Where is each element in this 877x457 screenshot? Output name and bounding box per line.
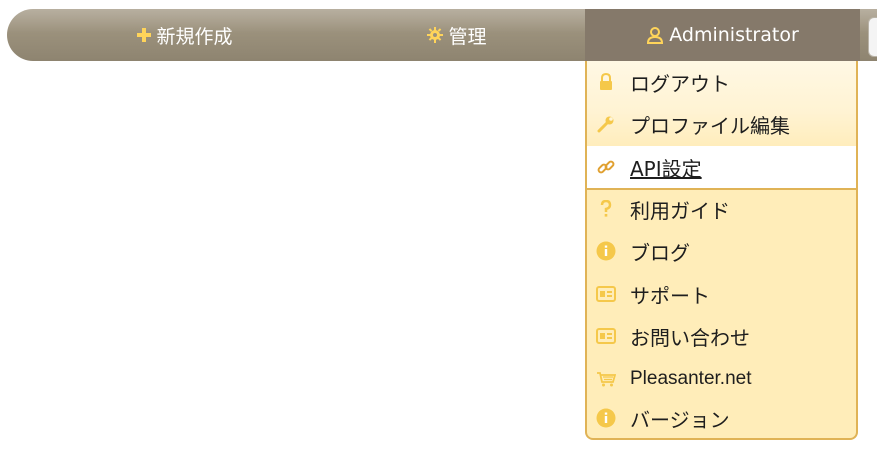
navbar-edge-button[interactable] xyxy=(868,17,877,57)
card-icon xyxy=(596,284,616,304)
menu-item-support[interactable]: サポート xyxy=(587,274,856,314)
info-icon xyxy=(596,241,616,261)
menu-item-contact[interactable]: お問い合わせ xyxy=(587,316,856,356)
menu-item-edit-profile[interactable]: プロファイル編集 xyxy=(587,104,856,144)
menu-item-label: ブログ xyxy=(630,240,690,265)
menu-item-label: API設定 xyxy=(630,156,702,181)
menu-item-label: プロファイル編集 xyxy=(630,113,790,138)
menu-item-version[interactable]: バージョン xyxy=(587,398,856,438)
question-icon xyxy=(596,199,616,219)
menu-item-label: サポート xyxy=(630,283,710,308)
lock-icon xyxy=(596,72,616,92)
menu-item-api-settings[interactable]: API設定 xyxy=(587,146,856,190)
menu-item-pleasanter-net[interactable]: Pleasanter.net xyxy=(587,359,856,399)
user-menu-button[interactable]: Administrator xyxy=(585,9,860,61)
gear-icon xyxy=(427,27,444,43)
wrench-icon xyxy=(596,114,616,134)
new-item-label: 新規作成 xyxy=(156,25,233,48)
top-navbar: 新規作成 管理 Administrator xyxy=(7,9,877,61)
menu-item-label: Pleasanter.net xyxy=(630,368,752,389)
user-menu-label: Administrator xyxy=(669,24,799,46)
menu-item-label: ログアウト xyxy=(630,71,730,96)
card-icon xyxy=(596,326,616,346)
menu-item-blog[interactable]: ブログ xyxy=(587,231,856,271)
info-icon xyxy=(596,408,616,428)
menu-item-user-guide[interactable]: 利用ガイド xyxy=(587,189,856,229)
menu-item-label: 利用ガイド xyxy=(630,198,730,223)
menu-item-label: お問い合わせ xyxy=(630,325,750,350)
cart-icon xyxy=(596,369,616,389)
admin-menu-button[interactable]: 管理 xyxy=(357,9,557,61)
link-icon xyxy=(596,157,616,177)
plus-icon xyxy=(137,28,152,42)
user-icon xyxy=(646,26,664,44)
user-dropdown-menu: ログアウト プロファイル編集 API設定 利用ガイド ブログ サポート お問い合… xyxy=(585,61,858,440)
menu-item-label: バージョン xyxy=(630,407,730,432)
new-item-button[interactable]: 新規作成 xyxy=(85,9,285,61)
menu-item-logout[interactable]: ログアウト xyxy=(587,62,856,102)
admin-menu-label: 管理 xyxy=(448,25,487,48)
